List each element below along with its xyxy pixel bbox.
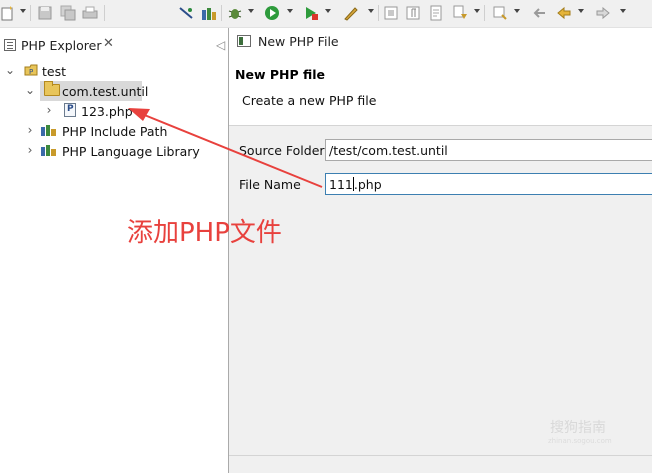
tree-label: 123.php <box>81 104 133 119</box>
chevron-down-icon[interactable] <box>287 9 293 13</box>
chevron-down-icon[interactable]: ⌄ <box>4 63 16 77</box>
app-window: PHP Explorer ✕ ◁ ⌄ P test ⌄ com.test.unt… <box>0 0 652 473</box>
save-all-icon[interactable] <box>60 5 76 21</box>
bug-icon[interactable] <box>227 5 243 21</box>
tree-label: test <box>42 64 67 79</box>
file-name-label: File Name <box>239 177 301 192</box>
window-icon <box>237 35 251 47</box>
watermark-url: zhinan.sogou.com <box>548 437 612 445</box>
tree-label: PHP Include Path <box>62 124 168 139</box>
source-folder-value: /test/com.test.until <box>329 143 448 158</box>
tree-item-folder[interactable]: ⌄ com.test.until <box>0 81 228 101</box>
tab-php-explorer[interactable]: PHP Explorer ✕ <box>0 34 212 56</box>
php-project-icon: P <box>24 64 38 76</box>
source-folder-label: Source Folder <box>239 143 325 158</box>
chevron-down-icon[interactable] <box>578 9 584 13</box>
library-icon <box>41 145 56 156</box>
folder-icon <box>44 81 60 96</box>
watermark-logo: 搜狗指南 <box>550 420 606 436</box>
forward-icon[interactable] <box>595 5 611 21</box>
dialog-window-title: New PHP File <box>258 34 339 49</box>
explorer-view-icon <box>4 39 16 51</box>
library-icon <box>41 125 56 136</box>
dialog-header: New PHP file Create a new PHP file <box>229 54 652 126</box>
debug-tool-icon[interactable] <box>178 5 194 21</box>
chevron-down-icon[interactable] <box>474 9 480 13</box>
tab-title: PHP Explorer <box>21 38 102 53</box>
php-file-icon <box>64 103 76 117</box>
dialog-footer-divider <box>229 455 652 456</box>
run-icon[interactable] <box>264 5 280 21</box>
paragraph-icon[interactable] <box>405 5 421 21</box>
file-name-value-start: 111 <box>329 177 353 192</box>
new-file-icon[interactable] <box>0 5 16 21</box>
pin-icon[interactable] <box>492 5 508 21</box>
svg-text:P: P <box>29 68 33 76</box>
close-icon[interactable]: ✕ <box>103 36 114 51</box>
chevron-down-icon[interactable] <box>248 9 254 13</box>
back-icon[interactable] <box>556 5 572 21</box>
file-name-value-end: .php <box>353 177 382 192</box>
annotation-text: 添加PHP文件 <box>127 218 282 248</box>
chevron-right-icon[interactable]: › <box>24 143 36 157</box>
external-tool-icon[interactable] <box>303 5 319 21</box>
chevron-down-icon[interactable] <box>620 9 626 13</box>
dialog-header-title: New PHP file <box>235 67 326 82</box>
php-explorer-panel: PHP Explorer ✕ ◁ ⌄ P test ⌄ com.test.unt… <box>0 28 228 473</box>
toolbar-separator <box>484 5 485 21</box>
dialog-header-description: Create a new PHP file <box>242 93 377 108</box>
chevron-down-icon[interactable] <box>368 9 374 13</box>
chevron-down-icon[interactable] <box>325 9 331 13</box>
new-php-file-dialog: New PHP File New PHP file Create a new P… <box>228 28 652 473</box>
tree-item-language-library[interactable]: › PHP Language Library <box>0 141 228 161</box>
tree-label: com.test.until <box>62 84 149 99</box>
minimize-icon[interactable]: ◁ <box>216 38 225 52</box>
toolbar-separator <box>30 5 31 21</box>
chevron-down-icon[interactable] <box>514 9 520 13</box>
library-icon[interactable] <box>201 5 217 21</box>
pen-icon[interactable] <box>343 5 359 21</box>
tree-item-include-path[interactable]: › PHP Include Path <box>0 121 228 141</box>
main-toolbar <box>0 0 652 28</box>
doc-icon[interactable] <box>428 5 444 21</box>
toolbar-separator <box>104 5 105 21</box>
file-name-input[interactable]: 111.php <box>325 173 652 195</box>
chevron-right-icon[interactable]: › <box>43 103 55 117</box>
save-icon[interactable] <box>37 5 53 21</box>
tree-item-file[interactable]: › 123.php <box>0 101 228 121</box>
print-icon[interactable] <box>82 5 98 21</box>
source-folder-input[interactable]: /test/com.test.until <box>325 139 652 161</box>
dialog-titlebar[interactable]: New PHP File <box>229 28 652 54</box>
tree-item-project[interactable]: ⌄ P test <box>0 61 228 81</box>
toolbar-separator <box>221 5 222 21</box>
chevron-right-icon[interactable]: › <box>24 123 36 137</box>
chevron-down-icon[interactable] <box>20 9 26 13</box>
toolbar-separator <box>378 5 379 21</box>
tree-label: PHP Language Library <box>62 144 200 159</box>
navigate-down-icon[interactable] <box>452 5 468 21</box>
block-icon[interactable] <box>383 5 399 21</box>
last-edit-icon[interactable] <box>531 5 547 21</box>
chevron-down-icon[interactable]: ⌄ <box>24 83 36 97</box>
